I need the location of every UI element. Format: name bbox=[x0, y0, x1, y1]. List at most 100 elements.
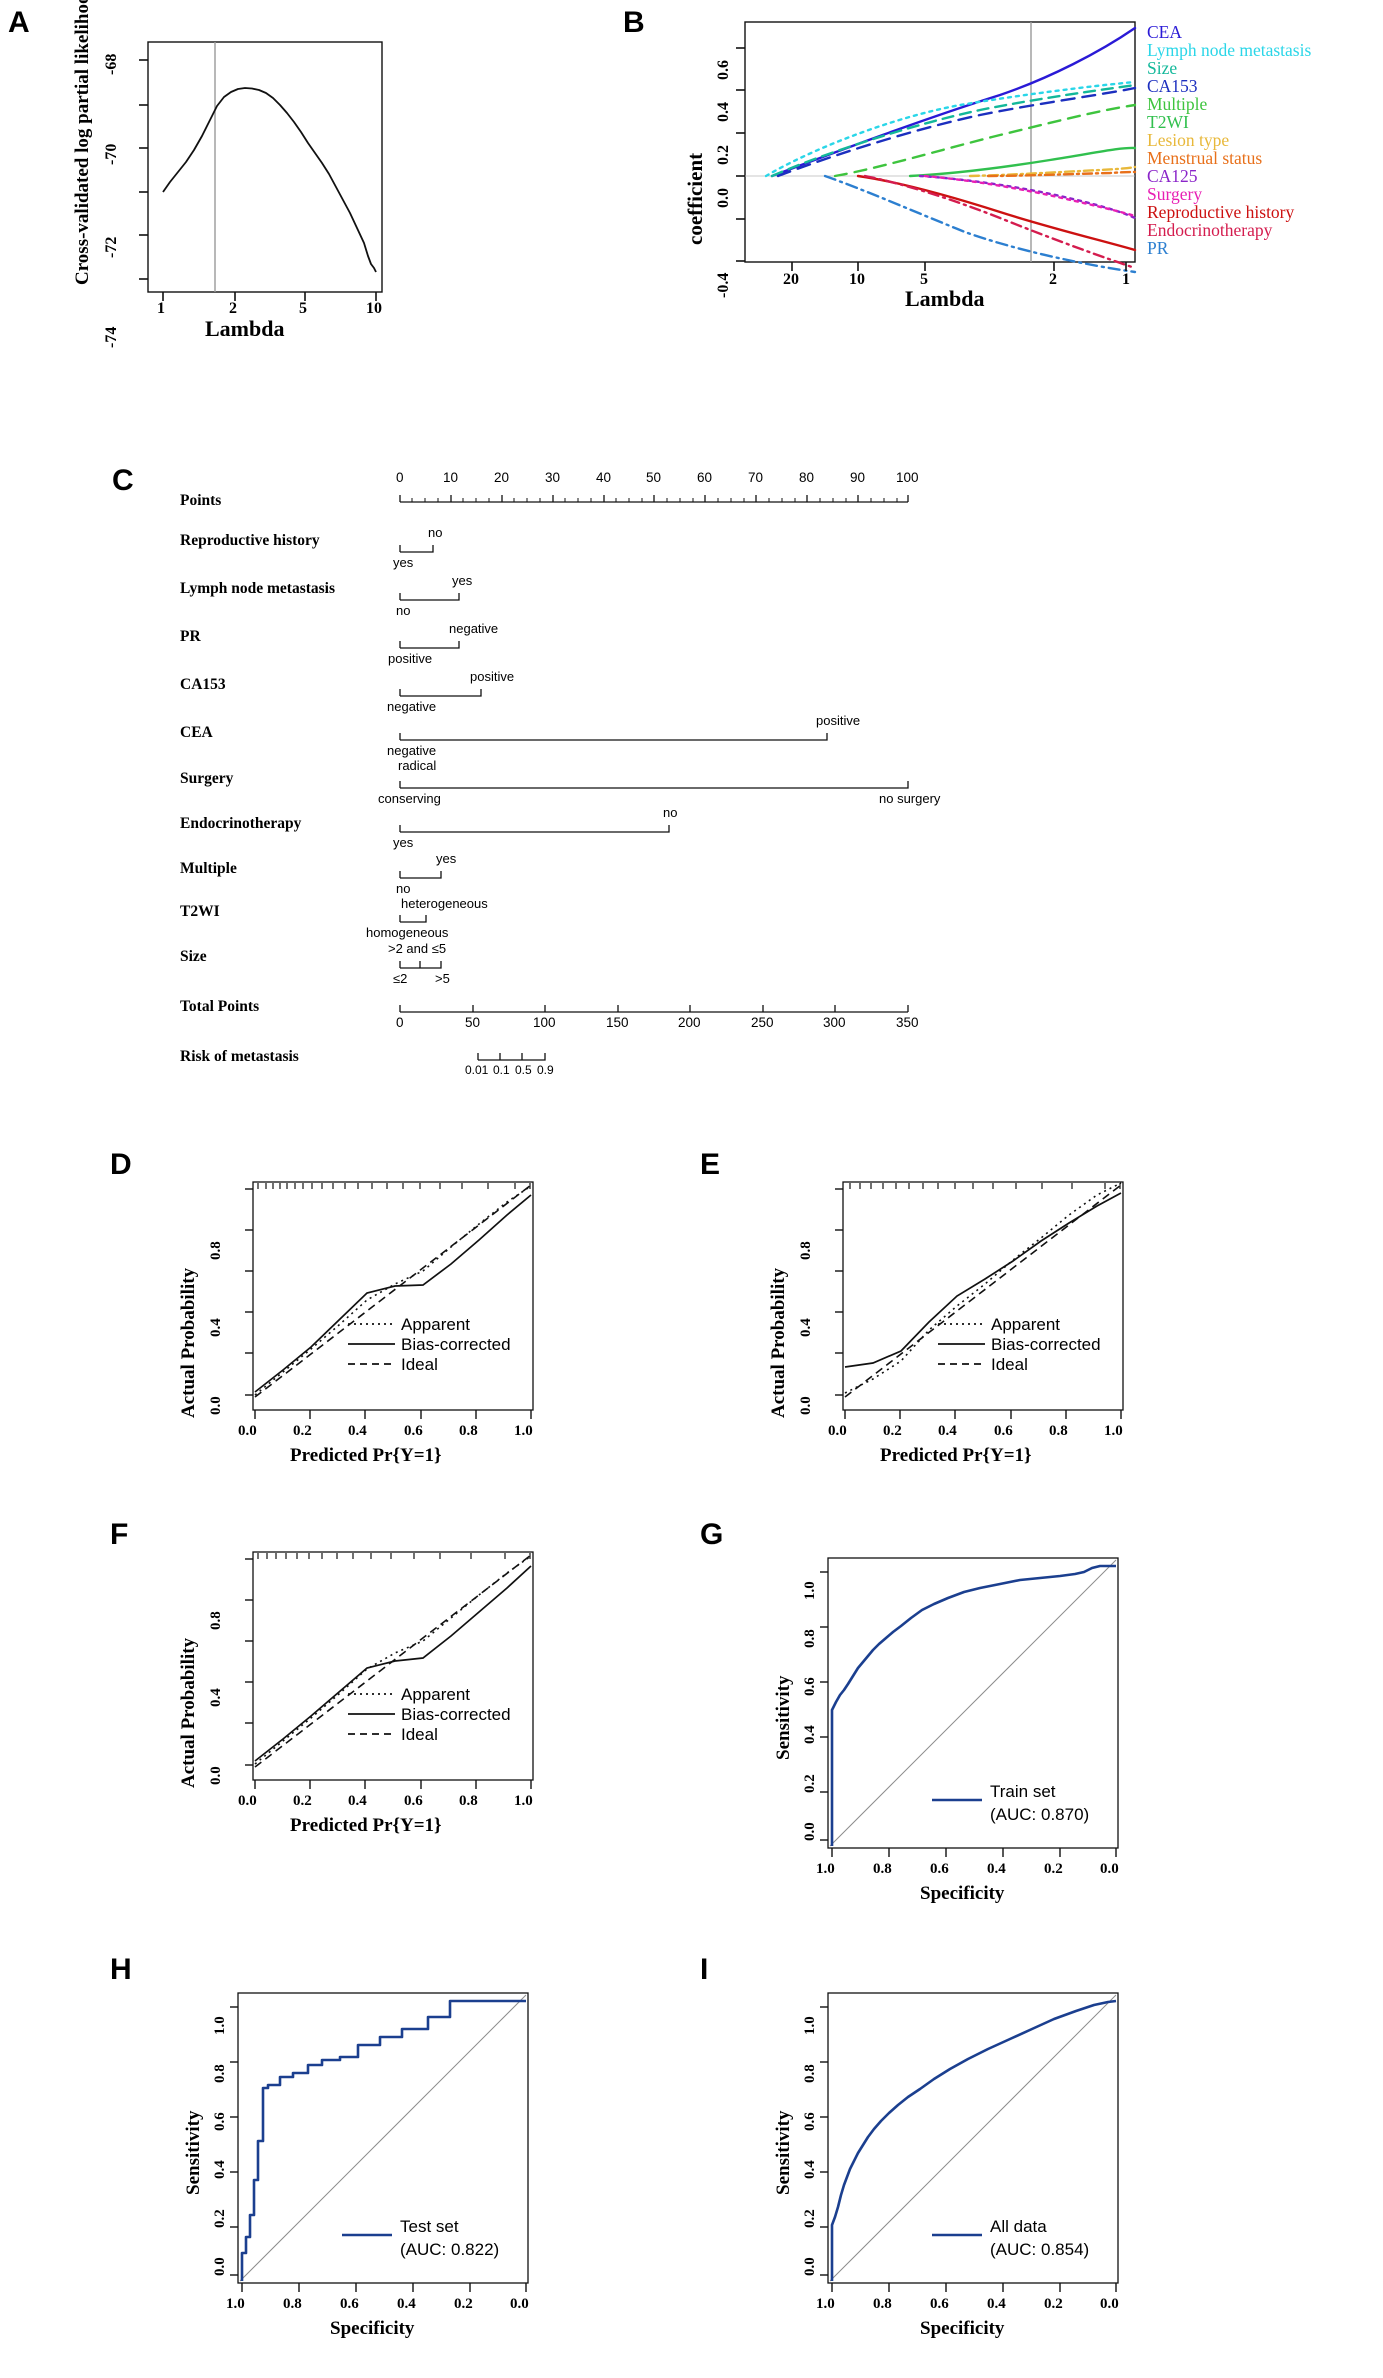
panel-g-xtick-1: 0.8 bbox=[873, 1861, 892, 1877]
panel-a: Cross-validated log partial likelihood -… bbox=[0, 0, 420, 348]
panel-d-legend-apparent: Apparent bbox=[401, 1315, 470, 1334]
panel-h-xtick-5: 0.0 bbox=[510, 2296, 529, 2312]
nomo-risk-tick-2: 0.5 bbox=[515, 1063, 532, 1077]
panel-h-ylabel: Sensitivity bbox=[183, 2110, 204, 2195]
nomo-total-tick-7: 350 bbox=[896, 1015, 919, 1030]
panel-e-xtick-2: 0.4 bbox=[938, 1423, 957, 1439]
panel-i-ylabel: Sensitivity bbox=[773, 2110, 794, 2195]
panel-h-ytick-2: 0.4 bbox=[212, 2160, 228, 2179]
panel-b: coefficient 0.6 0.4 0.2 0.0 -0.4 20 10 5… bbox=[620, 0, 1383, 311]
nomo-points-tick-6: 60 bbox=[697, 470, 713, 485]
nomo-label-surgery: Surgery bbox=[180, 770, 234, 787]
panel-d-ytick-1: 0.4 bbox=[208, 1318, 224, 1337]
nomo-reproductive-history-right: no bbox=[428, 525, 443, 540]
nomo-cea-right: positive bbox=[816, 713, 861, 728]
panel-h-ytick-0: 0.0 bbox=[212, 2257, 228, 2276]
panel-f-xtick-0: 0.0 bbox=[238, 1793, 257, 1809]
panel-i-ytick-0: 0.0 bbox=[802, 2257, 818, 2276]
panel-f-xtick-1: 0.2 bbox=[293, 1793, 312, 1809]
nomo-surgery-mid: radical bbox=[398, 758, 437, 773]
panel-h-ytick-3: 0.6 bbox=[212, 2112, 228, 2131]
panel-a-ytick-2: -72 bbox=[103, 236, 120, 258]
panel-e-legend-ideal: Ideal bbox=[991, 1355, 1028, 1374]
nomo-total-tick-4: 200 bbox=[678, 1015, 701, 1030]
nomo-cea-left: negative bbox=[387, 743, 437, 758]
panel-i-xtick-4: 0.2 bbox=[1044, 2296, 1063, 2312]
panel-d: Actual Probability 0.0 0.4 0.8 Apparent … bbox=[90, 1140, 620, 1480]
panel-b-ytick-2: 0.2 bbox=[715, 145, 732, 165]
panel-b-ytick-0: 0.6 bbox=[715, 60, 732, 80]
nomo-points-tick-2: 20 bbox=[494, 470, 510, 485]
panel-g-xtick-0: 1.0 bbox=[816, 1861, 835, 1877]
nomo-size-right: >5 bbox=[435, 971, 450, 986]
panel-i-ytick-3: 0.6 bbox=[802, 2112, 818, 2131]
nomo-label-cea: CEA bbox=[180, 724, 213, 741]
panel-b-ytick-4: -0.4 bbox=[715, 272, 732, 298]
panel-a-xtick-3: 10 bbox=[366, 300, 382, 317]
panel-h-xtick-4: 0.2 bbox=[454, 2296, 473, 2312]
nomo-pr-right: negative bbox=[449, 621, 499, 636]
panel-g: Sensitivity 0.0 0.2 0.4 0.6 0.8 1.0 Trai bbox=[680, 1510, 1280, 1904]
nomo-label-size: Size bbox=[180, 948, 207, 965]
panel-e-xtick-0: 0.0 bbox=[828, 1423, 847, 1439]
panel-e-xtick-3: 0.6 bbox=[994, 1423, 1013, 1439]
nomo-label-multiple: Multiple bbox=[180, 860, 237, 877]
nomo-total-tick-3: 150 bbox=[606, 1015, 629, 1030]
panel-d-ytick-0: 0.0 bbox=[208, 1396, 224, 1415]
panel-g-ytick-4: 0.8 bbox=[802, 1629, 818, 1648]
panel-b-ytick-1: 0.4 bbox=[715, 102, 732, 122]
panel-f-legend-ideal: Ideal bbox=[401, 1725, 438, 1744]
nomo-total-tick-2: 100 bbox=[533, 1015, 556, 1030]
panel-d-xtick-1: 0.2 bbox=[293, 1423, 312, 1439]
panel-h-legend-name: Test set bbox=[400, 2217, 459, 2236]
nomo-ca153-left: negative bbox=[387, 699, 437, 714]
nomo-label-lymph-node-metastasis: Lymph node metastasis bbox=[180, 580, 336, 597]
panel-i-ytick-2: 0.4 bbox=[802, 2160, 818, 2179]
nomo-label-t2wi: T2WI bbox=[180, 903, 220, 920]
nomo-points-tick-5: 50 bbox=[646, 470, 662, 485]
panel-d-xtick-5: 1.0 bbox=[514, 1423, 533, 1439]
nomo-axes bbox=[399, 495, 909, 1061]
panel-g-xlabel: Specificity bbox=[920, 1883, 1005, 1904]
panel-i-ytick-1: 0.2 bbox=[802, 2209, 818, 2228]
panel-b-xtick-0: 20 bbox=[783, 271, 799, 288]
nomo-points-tick-4: 40 bbox=[596, 470, 612, 485]
panel-h-legend-auc: (AUC: 0.822) bbox=[400, 2240, 500, 2259]
legend-item-12: PR bbox=[1147, 238, 1169, 258]
panel-g-xtick-2: 0.6 bbox=[930, 1861, 949, 1877]
nomo-points-tick-3: 30 bbox=[545, 470, 561, 485]
panel-h-plot bbox=[230, 1992, 529, 2292]
panel-a-plot bbox=[139, 41, 383, 301]
panel-a-xlabel: Lambda bbox=[205, 316, 285, 341]
panel-i-xtick-2: 0.6 bbox=[930, 2296, 949, 2312]
nomo-t2wi-left: homogeneous bbox=[366, 925, 449, 940]
panel-b-xlabel: Lambda bbox=[905, 286, 985, 311]
panel-e-ytick-1: 0.4 bbox=[798, 1318, 814, 1337]
panel-i-xtick-3: 0.4 bbox=[987, 2296, 1006, 2312]
panel-f-xtick-2: 0.4 bbox=[348, 1793, 367, 1809]
panel-a-xtick-2: 5 bbox=[299, 300, 307, 317]
panel-b-xtick-3: 2 bbox=[1049, 271, 1057, 288]
panel-f-legend-bias: Bias-corrected bbox=[401, 1705, 511, 1724]
nomo-reproductive-history-left: yes bbox=[393, 555, 414, 570]
panel-b-ylabel: coefficient bbox=[683, 152, 707, 245]
panel-h-xtick-0: 1.0 bbox=[226, 2296, 245, 2312]
panel-i-xlabel: Specificity bbox=[920, 2318, 1005, 2339]
panel-g-ylabel: Sensitivity bbox=[773, 1675, 794, 1760]
nomo-multiple-left: no bbox=[396, 881, 411, 896]
panel-c-nomogram: Points Reproductive history Lymph node m… bbox=[0, 440, 1000, 1140]
panel-i-xtick-0: 1.0 bbox=[816, 2296, 835, 2312]
panel-d-ytick-2: 0.8 bbox=[208, 1241, 224, 1260]
panel-h: Sensitivity 0.0 0.2 0.4 0.6 0.8 1.0 Test… bbox=[90, 1945, 690, 2339]
panel-h-ytick-5: 1.0 bbox=[212, 2016, 228, 2035]
nomo-label-risk-of-metastasis: Risk of metastasis bbox=[180, 1048, 299, 1065]
panel-i-legend-auc: (AUC: 0.854) bbox=[990, 2240, 1090, 2259]
panel-d-legend-bias: Bias-corrected bbox=[401, 1335, 511, 1354]
panel-e-xtick-1: 0.2 bbox=[883, 1423, 902, 1439]
panel-g-legend-auc: (AUC: 0.870) bbox=[990, 1805, 1090, 1824]
panel-g-ytick-5: 1.0 bbox=[802, 1581, 818, 1600]
nomo-label-pr: PR bbox=[180, 628, 201, 645]
panel-h-xtick-2: 0.6 bbox=[340, 2296, 359, 2312]
panel-f-xtick-5: 1.0 bbox=[514, 1793, 533, 1809]
panel-i-ytick-5: 1.0 bbox=[802, 2016, 818, 2035]
